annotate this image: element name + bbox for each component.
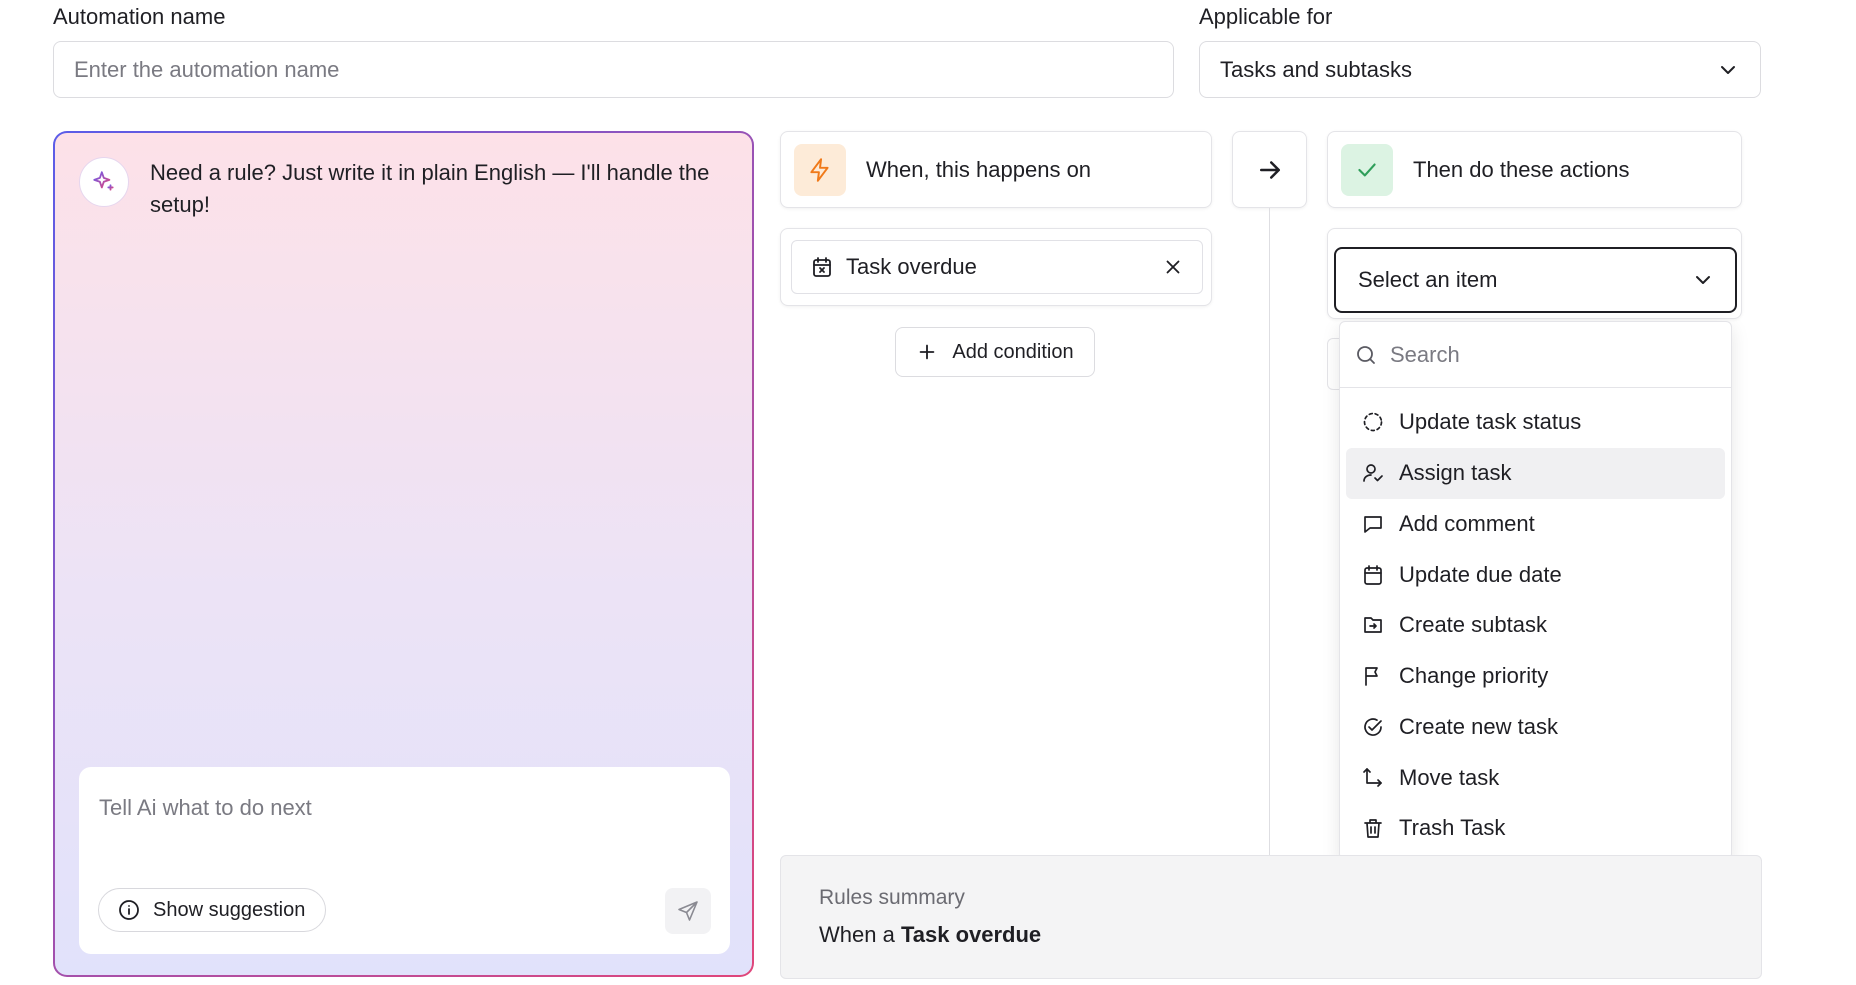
calendar-icon (1364, 564, 1382, 585)
flow-arrow (1232, 131, 1307, 208)
dropdown-item[interactable]: Update task status (1346, 397, 1725, 448)
send-icon (678, 901, 698, 921)
send-button[interactable] (665, 888, 711, 934)
show-suggestion-label: Show suggestion (153, 898, 306, 921)
trigger-chip-label: Task overdue (846, 254, 977, 279)
ai-assistant-panel: Need a rule? Just write it in plain Engl… (53, 131, 754, 977)
automation-name-input[interactable] (54, 42, 1173, 97)
ai-welcome-message: Need a rule? Just write it in plain Engl… (150, 160, 710, 217)
actions-card: Then do these actions (1327, 131, 1742, 208)
automation-name-field[interactable] (53, 41, 1174, 98)
add-condition-label: Add condition (952, 340, 1074, 363)
actions-title: Then do these actions (1413, 156, 1630, 182)
rules-summary-trigger: Task overdue (900, 922, 1042, 947)
check-icon (1341, 143, 1393, 196)
close-icon[interactable] (1162, 256, 1184, 278)
search-icon (1357, 345, 1375, 364)
arrow-right-icon (1259, 160, 1280, 179)
trigger-title: When, this happens on (866, 156, 1092, 182)
dropdown-item[interactable]: Update due date (1346, 549, 1725, 600)
dropdown-item-label: Create new task (1399, 713, 1558, 739)
dropdown-list: Update task status Assign task Add comment… (1340, 388, 1731, 854)
show-suggestion-button[interactable]: Show suggestion (98, 888, 327, 932)
dropdown-item-label: Update task status (1399, 409, 1582, 435)
dropdown-item[interactable]: Add comment (1346, 499, 1725, 550)
chevron-down-icon (1721, 65, 1735, 74)
dropdown-item[interactable]: Create subtask (1346, 600, 1725, 651)
dropdown-item[interactable]: Create new task (1346, 702, 1725, 753)
user-check-icon (1363, 464, 1383, 482)
applicable-for-select[interactable]: Tasks and subtasks (1199, 41, 1761, 98)
rules-summary-text: When a Task overdue (819, 922, 1041, 948)
dropdown-item-label: Change priority (1399, 663, 1549, 689)
applicable-for-label: Applicable for (1199, 4, 1333, 29)
rules-summary-title: Rules summary (819, 886, 965, 909)
calendar-x-icon (813, 257, 831, 277)
dropdown-search[interactable] (1340, 322, 1731, 388)
dropdown-item[interactable]: Move task (1346, 752, 1725, 803)
dashed-circle-icon (1363, 413, 1383, 432)
move-icon (1363, 767, 1382, 787)
comment-icon (1364, 516, 1382, 533)
dropdown-item-label: Trash Task (1399, 815, 1506, 841)
trigger-card: When, this happens on (780, 131, 1212, 208)
sparkle-icon (79, 157, 129, 207)
flow-connector-line (1269, 208, 1270, 856)
subtask-icon (1364, 617, 1382, 634)
flag-icon (1365, 667, 1378, 686)
dropdown-item-label: Update due date (1399, 561, 1562, 587)
action-select[interactable]: Select an item (1334, 247, 1737, 313)
automation-name-label: Automation name (53, 4, 226, 29)
dropdown-item-label: Move task (1399, 764, 1500, 790)
action-select-placeholder: Select an item (1358, 267, 1498, 292)
rules-summary-prefix: When a (819, 922, 895, 947)
dropdown-item[interactable]: Change priority (1346, 651, 1725, 702)
applicable-for-value: Tasks and subtasks (1220, 56, 1412, 82)
plus-icon (920, 344, 935, 360)
check-circle-icon (1364, 718, 1382, 736)
dropdown-item-label: Create subtask (1399, 612, 1547, 638)
hidden-card-edge (1327, 338, 1339, 390)
chevron-down-icon (1696, 276, 1710, 284)
dropdown-item[interactable]: Assign task (1346, 447, 1725, 499)
dropdown-item[interactable]: Trash Task (1346, 803, 1725, 854)
ai-compose-box: Show suggestion (79, 767, 730, 954)
trash-icon (1364, 819, 1382, 839)
add-condition-button[interactable]: Add condition (895, 327, 1095, 377)
info-icon (119, 900, 139, 920)
trigger-condition-card: Task overdue (780, 228, 1212, 306)
dropdown-search-input[interactable] (1390, 341, 1690, 368)
trigger-chip[interactable]: Task overdue (791, 240, 1203, 294)
lightning-icon (794, 143, 846, 196)
action-dropdown-menu: Update task status Assign task Add comment… (1339, 321, 1732, 860)
dropdown-item-label: Assign task (1399, 460, 1512, 486)
ai-prompt-input[interactable] (99, 795, 699, 821)
rules-summary: Rules summary When a Task overdue (780, 855, 1762, 979)
dropdown-item-label: Add comment (1399, 510, 1535, 536)
